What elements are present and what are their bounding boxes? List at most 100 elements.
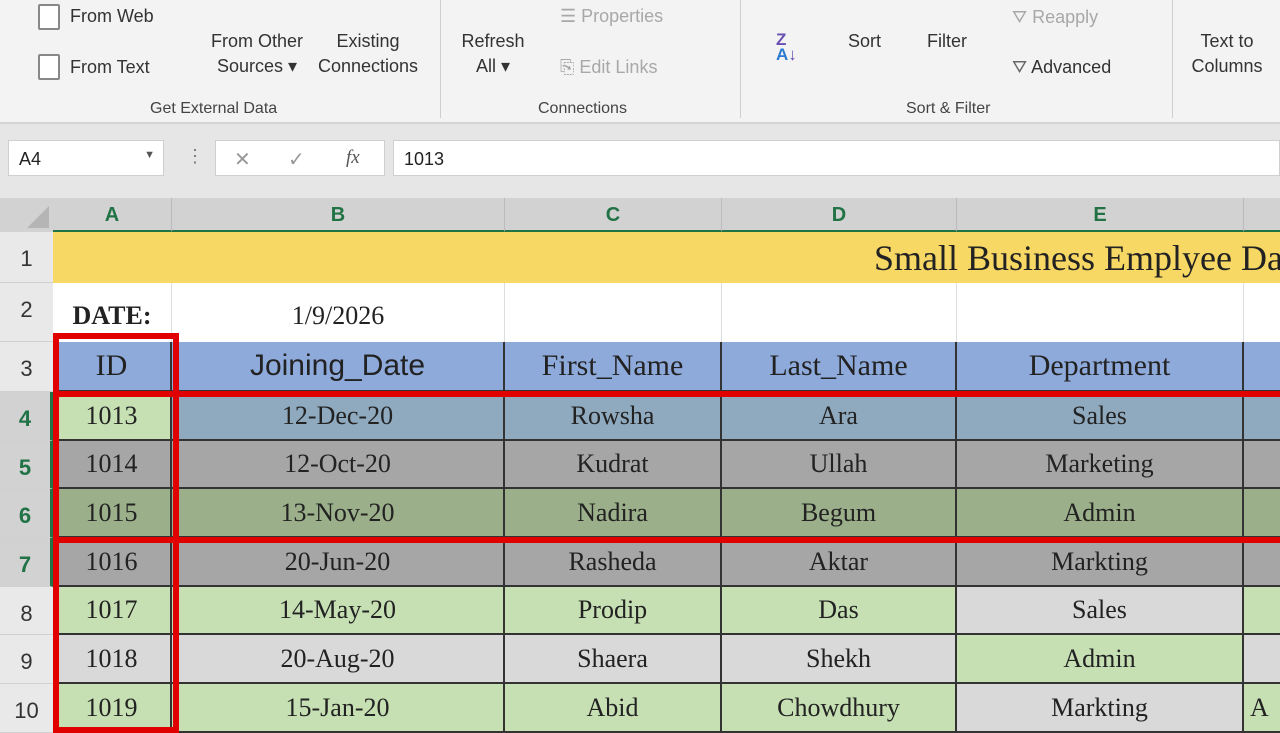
table-cell[interactable]: A (1244, 684, 1280, 733)
table-cell[interactable]: 20-Aug-20 (172, 635, 505, 684)
table-cell[interactable]: Markting (957, 684, 1244, 733)
table-cell[interactable]: Rasheda (505, 538, 722, 587)
column-header-D[interactable]: D (722, 198, 957, 232)
table-cell[interactable]: 1015 (53, 489, 172, 538)
header-cell[interactable]: Joining_Date (172, 342, 505, 392)
row-header-10[interactable]: 10 (0, 684, 53, 733)
chevron-down-icon[interactable]: ▼ (144, 149, 155, 161)
group-label: Connections (538, 100, 627, 117)
table-cell[interactable]: Admin (957, 635, 1244, 684)
label: Connections (317, 56, 419, 76)
more-icon: ⋮ (186, 146, 204, 166)
row-header-6[interactable]: 6 (0, 489, 53, 538)
label: All ▾ (475, 56, 511, 76)
enter-icon[interactable]: ✓ (288, 147, 305, 172)
table-cell[interactable]: Das (722, 587, 957, 635)
table-cell[interactable]: Prodip (505, 587, 722, 635)
row-header-1[interactable]: 1 (0, 232, 53, 283)
empty-cell[interactable] (505, 283, 722, 342)
table-cell[interactable]: Aktar (722, 538, 957, 587)
header-cell[interactable] (1244, 342, 1280, 392)
table-cell[interactable]: Markting (957, 538, 1244, 587)
row-header-5[interactable]: 5 (0, 441, 53, 489)
table-cell[interactable]: Sales (957, 587, 1244, 635)
header-cell[interactable]: Last_Name (722, 342, 957, 392)
table-cell[interactable]: Kudrat (505, 441, 722, 489)
from-web-button[interactable]: From Web (70, 6, 154, 27)
table-cell[interactable] (1244, 392, 1280, 441)
table-cell[interactable]: 15-Jan-20 (172, 684, 505, 733)
row-header-4[interactable]: 4 (0, 392, 53, 441)
table-cell[interactable]: 12-Oct-20 (172, 441, 505, 489)
sort-z-a-icon[interactable]: Z A↓ (776, 31, 797, 63)
table-cell[interactable]: Ara (722, 392, 957, 441)
table-cell[interactable]: Ullah (722, 441, 957, 489)
text-to-columns-button[interactable]: Text to Columns (1184, 29, 1270, 79)
cancel-icon[interactable]: ✕ (234, 147, 251, 172)
table-cell[interactable]: Shekh (722, 635, 957, 684)
empty-cell[interactable] (957, 283, 1244, 342)
column-header-C[interactable]: C (505, 198, 722, 232)
formula-input[interactable]: 1013 (393, 140, 1280, 176)
header-cell[interactable]: First_Name (505, 342, 722, 392)
table-cell[interactable]: Nadira (505, 489, 722, 538)
label: From Other (210, 31, 303, 51)
table-cell[interactable] (1244, 441, 1280, 489)
column-header-E[interactable]: E (957, 198, 1244, 232)
ribbon: From Web From Text From Other Sources ▾ E… (0, 0, 1280, 124)
table-cell[interactable]: 12-Dec-20 (172, 392, 505, 441)
select-all-button[interactable] (0, 198, 53, 232)
column-header-B[interactable]: B (172, 198, 505, 232)
filter-button[interactable]: Filter (927, 31, 967, 52)
insert-function-icon[interactable]: fx (346, 147, 360, 169)
column-header-F[interactable] (1244, 198, 1280, 232)
table-cell[interactable]: Begum (722, 489, 957, 538)
from-text-button[interactable]: From Text (70, 57, 150, 78)
header-cell[interactable]: Department (957, 342, 1244, 392)
title-cell[interactable]: Small Business Emplyee Dat (53, 232, 1280, 283)
date-label-cell[interactable]: DATE: (53, 283, 172, 342)
name-box[interactable]: A4 ▼ (8, 140, 164, 176)
table-cell[interactable]: 14-May-20 (172, 587, 505, 635)
table-cell[interactable]: Shaera (505, 635, 722, 684)
table-cell[interactable]: Admin (957, 489, 1244, 538)
date-value-cell[interactable]: 1/9/2026 (172, 283, 505, 342)
table-cell[interactable]: 20-Jun-20 (172, 538, 505, 587)
table-cell[interactable]: Rowsha (505, 392, 722, 441)
table-cell[interactable]: 1019 (53, 684, 172, 733)
table-cell[interactable]: Chowdhury (722, 684, 957, 733)
table-cell[interactable]: Abid (505, 684, 722, 733)
table-cell[interactable] (1244, 538, 1280, 587)
table-cell[interactable] (1244, 489, 1280, 538)
existing-connections-button[interactable]: Existing Connections (314, 29, 422, 79)
reapply-button[interactable]: ⛛ Reapply (1012, 7, 1098, 28)
table-cell[interactable]: Marketing (957, 441, 1244, 489)
edit-links-button[interactable]: ⎘ Edit Links (560, 57, 657, 78)
table-cell[interactable]: 13-Nov-20 (172, 489, 505, 538)
row-header-9[interactable]: 9 (0, 635, 53, 684)
advanced-button[interactable]: ⛛ Advanced (1012, 57, 1111, 78)
from-web-icon (38, 4, 60, 30)
table-cell[interactable]: 1018 (53, 635, 172, 684)
empty-cell[interactable] (1244, 283, 1280, 342)
refresh-all-button[interactable]: Refresh All ▾ (455, 29, 531, 79)
column-header-A[interactable]: A (53, 198, 172, 232)
properties-button[interactable]: ☰ Properties (560, 6, 663, 27)
table-cell[interactable]: 1017 (53, 587, 172, 635)
label: Advanced (1031, 57, 1112, 77)
table-cell[interactable]: 1014 (53, 441, 172, 489)
header-cell[interactable]: ID (53, 342, 172, 392)
row-header-7[interactable]: 7 (0, 538, 53, 587)
table-cell[interactable]: Sales (957, 392, 1244, 441)
from-other-sources-button[interactable]: From Other Sources ▾ (205, 29, 309, 79)
row-header-2[interactable]: 2 (0, 283, 53, 342)
from-text-icon (38, 54, 60, 80)
table-cell[interactable]: 1013 (53, 392, 172, 441)
sort-button[interactable]: Sort (848, 31, 881, 52)
empty-cell[interactable] (722, 283, 957, 342)
table-cell[interactable]: 1016 (53, 538, 172, 587)
row-header-3[interactable]: 3 (0, 342, 53, 392)
table-cell[interactable] (1244, 635, 1280, 684)
row-header-8[interactable]: 8 (0, 587, 53, 635)
table-cell[interactable] (1244, 587, 1280, 635)
